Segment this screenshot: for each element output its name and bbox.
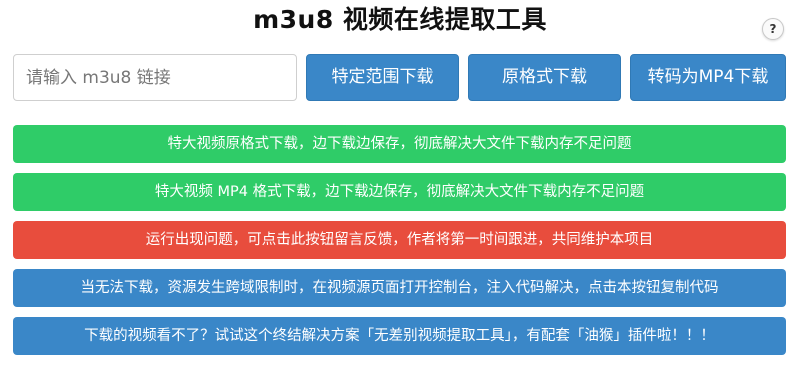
m3u8-url-input[interactable] (13, 54, 297, 101)
copy-inject-code-button[interactable]: 当无法下载，资源发生跨域限制时，在视频源页面打开控制台，注入代码解决，点击本按钮… (13, 269, 786, 307)
range-download-button[interactable]: 特定范围下载 (306, 54, 459, 101)
help-button[interactable]: ? (762, 18, 784, 40)
question-mark-icon: ? (769, 22, 777, 36)
mp4-download-button[interactable]: 转码为MP4下载 (630, 54, 786, 101)
large-video-mp4-stream-button[interactable]: 特大视频 MP4 格式下载，边下载边保存，彻底解决大文件下载内存不足问题 (13, 173, 786, 211)
page-title: m3u8 视频在线提取工具 (253, 5, 547, 34)
feedback-button[interactable]: 运行出现问题，可点击此按钮留言反馈，作者将第一时间跟进，共同维护本项目 (13, 221, 786, 259)
universal-extractor-button[interactable]: 下载的视频看不了？试试这个终结解决方案「无差别视频提取工具」，有配套「油猴」插件… (13, 317, 786, 355)
page: m3u8 视频在线提取工具 ? 特定范围下载 原格式下载 转码为MP4下载 特大… (0, 0, 800, 365)
large-video-original-stream-button[interactable]: 特大视频原格式下载，边下载边保存，彻底解决大文件下载内存不足问题 (13, 125, 786, 163)
original-format-download-button[interactable]: 原格式下载 (468, 54, 621, 101)
